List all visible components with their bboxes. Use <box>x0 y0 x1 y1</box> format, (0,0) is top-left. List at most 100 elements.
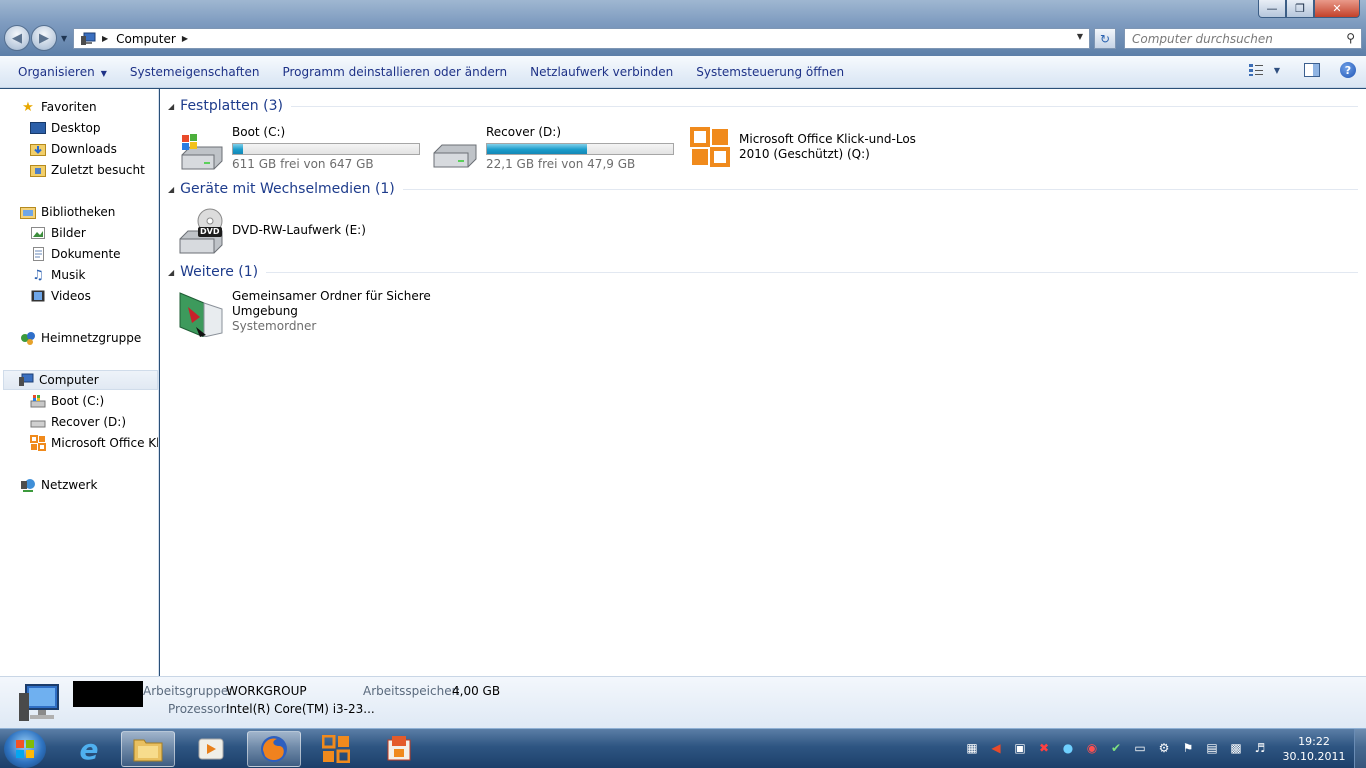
search-icon[interactable]: ⚲ <box>1346 31 1355 45</box>
group-header-hard-drives[interactable]: ◢ Festplatten (3) <box>168 98 1358 114</box>
help-icon: ? <box>1340 62 1356 78</box>
taskbar-firefox[interactable] <box>247 731 301 767</box>
folder-tile-shared[interactable]: Gemeinsamer Ordner für Sichere Umgebung … <box>178 289 431 338</box>
breadcrumb-separator-end[interactable]: ▶ <box>182 34 188 43</box>
refresh-icon: ↻ <box>1099 31 1111 46</box>
nav-computer[interactable]: Computer <box>3 370 158 390</box>
address-bar[interactable]: ▶ Computer ▶ ▼ <box>73 28 1090 49</box>
media-player-icon <box>198 738 224 760</box>
nav-recover-drive[interactable]: Recover (D:) <box>30 412 126 432</box>
breadcrumb-separator[interactable]: ▶ <box>102 34 108 43</box>
nav-office-drive[interactable]: Microsoft Office Klic <box>30 433 158 453</box>
security-tray-icon[interactable]: ✖ <box>1036 740 1052 756</box>
monitor-tray-icon[interactable]: ▭ <box>1132 740 1148 756</box>
maximize-button[interactable]: ❐ <box>1286 0 1314 18</box>
uninstall-program-button[interactable]: Programm deinstallieren oder ändern <box>274 65 522 79</box>
arrow-right-icon: ▶ <box>39 30 49 46</box>
show-desktop-button[interactable] <box>1354 729 1366 768</box>
nav-desktop[interactable]: Desktop <box>30 118 101 138</box>
nav-homegroup[interactable]: Heimnetzgruppe <box>20 328 141 348</box>
collapse-icon[interactable]: ◢ <box>168 268 174 277</box>
folder-icon <box>133 739 163 762</box>
breadcrumb-computer[interactable]: Computer <box>116 32 176 46</box>
taskbar-internet-explorer[interactable]: e <box>62 731 116 767</box>
taskbar-office[interactable] <box>309 731 363 767</box>
skype-tray-icon[interactable]: ● <box>1060 740 1076 756</box>
nav-label: Recover (D:) <box>51 415 126 429</box>
device-tray-icon[interactable]: ▤ <box>1204 740 1220 756</box>
shield-tray-icon[interactable]: ✔ <box>1108 740 1124 756</box>
group-title: Geräte mit Wechselmedien (1) <box>180 181 395 197</box>
group-header-other[interactable]: ◢ Weitere (1) <box>168 264 1358 280</box>
drive-name: Microsoft Office Klick-und-Los <box>739 132 916 146</box>
refresh-button[interactable]: ↻ <box>1094 28 1116 49</box>
nav-music[interactable]: ♫ Musik <box>30 265 85 285</box>
forward-button[interactable]: ▶ <box>31 25 57 51</box>
system-properties-button[interactable]: Systemeigenschaften <box>122 65 275 79</box>
minimize-button[interactable]: — <box>1258 0 1286 18</box>
libraries-icon <box>20 204 36 220</box>
drive-tile-recover[interactable]: Recover (D:) 22,1 GB frei von 47,9 GB <box>432 125 674 173</box>
nav-downloads[interactable]: Downloads <box>30 139 117 159</box>
map-network-drive-button[interactable]: Netzlaufwerk verbinden <box>522 65 688 79</box>
computer-icon <box>18 372 34 388</box>
display-tray-icon[interactable]: ▣ <box>1012 740 1028 756</box>
drive-tile-dvd[interactable]: DVD DVD-RW-Laufwerk (E:) <box>178 207 366 255</box>
window-controls: — ❐ ✕ <box>1258 0 1360 18</box>
drive-name-continued: 2010 (Geschützt) (Q:) <box>739 147 870 161</box>
taskbar-media-player[interactable] <box>184 731 238 767</box>
wireless-tray-icon[interactable]: ⚙ <box>1156 740 1172 756</box>
group-header-removable[interactable]: ◢ Geräte mit Wechselmedien (1) <box>168 181 1358 197</box>
speaker-tray-icon[interactable]: ◀ <box>988 740 1004 756</box>
back-button[interactable]: ◀ <box>4 25 30 51</box>
search-box[interactable]: ⚲ <box>1124 28 1362 49</box>
volume-tray-icon[interactable]: ♬ <box>1252 740 1268 756</box>
collapse-icon[interactable]: ◢ <box>168 185 174 194</box>
open-control-panel-button[interactable]: Systemsteuerung öffnen <box>688 65 859 79</box>
title-bar: — ❐ ✕ ◀ ▶ ▼ ▶ Computer ▶ ▼ ↻ ⚲ <box>0 0 1366 56</box>
taskbar: e ▦ ◀ ▣ ✖ ● ◉ ✔ ▭ ⚙ ⚑ ▤ ▩ ♬ 19:22 30.10.… <box>0 728 1366 768</box>
nav-favorites[interactable]: ★ Favoriten <box>20 97 96 117</box>
nav-label: Zuletzt besucht <box>51 163 145 177</box>
network-connection-icon[interactable]: ▩ <box>1228 740 1244 756</box>
videos-icon <box>30 288 46 304</box>
nav-label: Bibliotheken <box>41 205 116 219</box>
drive-free-space: 611 GB frei von 647 GB <box>232 157 374 171</box>
clock-time: 19:22 <box>1298 735 1330 748</box>
group-divider <box>290 105 1358 107</box>
collapse-icon[interactable]: ◢ <box>168 102 174 111</box>
record-tray-icon[interactable]: ◉ <box>1084 740 1100 756</box>
search-input[interactable] <box>1132 31 1332 46</box>
taskbar-explorer[interactable] <box>121 731 175 767</box>
network-tray-icon[interactable]: ▦ <box>964 740 980 756</box>
clock[interactable]: 19:22 30.10.2011 <box>1280 734 1348 764</box>
drive-name: Boot (C:) <box>232 125 286 139</box>
drive-usage-fill <box>487 144 588 154</box>
nav-label: Heimnetzgruppe <box>41 331 142 345</box>
drive-tile-boot[interactable]: Boot (C:) 611 GB frei von 647 GB <box>178 125 420 173</box>
start-button[interactable] <box>4 730 46 768</box>
nav-documents[interactable]: Dokumente <box>30 244 121 264</box>
nav-recent[interactable]: Zuletzt besucht <box>30 160 145 180</box>
close-button[interactable]: ✕ <box>1314 0 1360 18</box>
drive-tile-office[interactable]: Microsoft Office Klick-und-Los 2010 (Ges… <box>690 127 916 167</box>
nav-pictures[interactable]: Bilder <box>30 223 86 243</box>
change-view-button[interactable]: ▼ <box>1248 63 1280 77</box>
taskbar-app[interactable] <box>372 731 426 767</box>
folder-name-continued: Umgebung <box>232 304 298 318</box>
nav-network[interactable]: Netzwerk <box>20 475 97 495</box>
nav-boot-drive[interactable]: Boot (C:) <box>30 391 104 411</box>
nav-libraries[interactable]: Bibliotheken <box>20 202 115 222</box>
help-button[interactable]: ? <box>1340 62 1356 78</box>
preview-pane-button[interactable] <box>1304 63 1320 77</box>
recent-pages-dropdown[interactable]: ▼ <box>61 34 67 43</box>
address-history-dropdown[interactable]: ▼ <box>1077 32 1083 41</box>
nav-videos[interactable]: Videos <box>30 286 91 306</box>
memory-value: 4,00 GB <box>452 684 501 698</box>
folder-name: Gemeinsamer Ordner für Sichere <box>232 289 431 303</box>
dvd-drive-icon: DVD <box>178 207 226 255</box>
nav-label: Netzwerk <box>41 478 98 492</box>
organize-menu[interactable]: Organisieren ▼ <box>10 65 122 79</box>
windows-logo-icon <box>16 740 34 758</box>
action-center-flag-icon[interactable]: ⚑ <box>1180 740 1196 756</box>
